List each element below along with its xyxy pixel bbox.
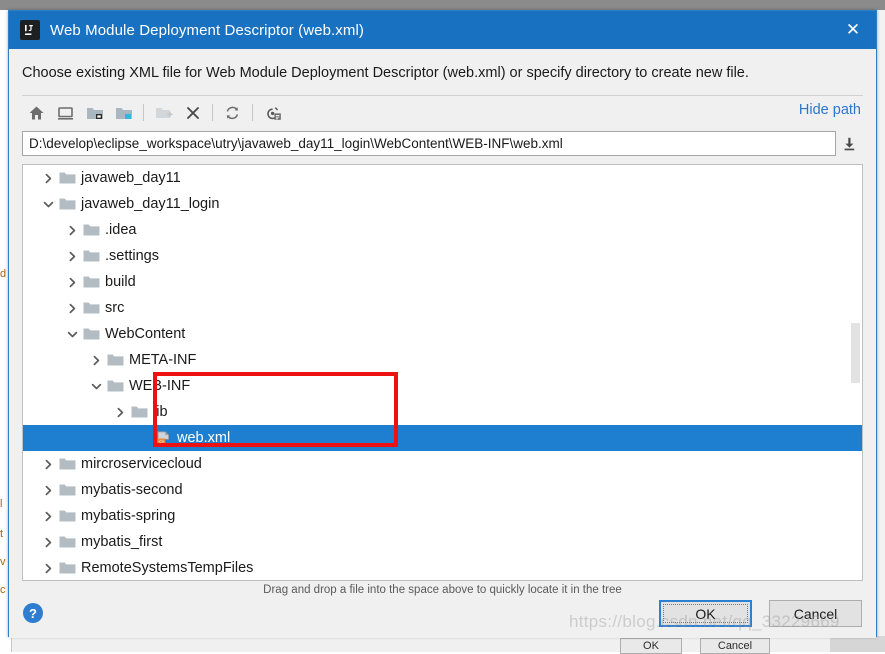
dialog-prompt-text: Choose existing XML file for Web Module … xyxy=(22,65,749,81)
refresh-icon[interactable] xyxy=(218,99,247,126)
close-icon[interactable]: ✕ xyxy=(830,11,876,49)
web-module-deployment-descriptor-dialog: Web Module Deployment Descriptor (web.xm… xyxy=(8,10,877,638)
chevron-right-icon[interactable] xyxy=(41,457,56,472)
toolbar-separator xyxy=(212,104,213,121)
chevron-right-icon[interactable] xyxy=(113,405,128,420)
tree-row[interactable]: .idea xyxy=(23,217,862,243)
tree-row[interactable]: META-INF xyxy=(23,347,862,373)
chevron-right-icon[interactable] xyxy=(65,223,80,238)
chevron-right-icon[interactable] xyxy=(41,535,56,550)
project-folder-icon[interactable] xyxy=(80,99,109,126)
toolbar-separator xyxy=(143,104,144,121)
toolbar-separator xyxy=(252,104,253,121)
tree-scrollbar-thumb[interactable] xyxy=(851,323,860,383)
chevron-down-icon[interactable] xyxy=(41,197,56,212)
chevron-right-icon[interactable] xyxy=(65,249,80,264)
svg-text:<>: <> xyxy=(159,439,165,445)
background-right-block xyxy=(830,636,885,652)
chevron-right-icon[interactable] xyxy=(65,301,80,316)
folder-icon xyxy=(59,535,76,550)
folder-icon xyxy=(83,301,100,316)
hide-path-link[interactable]: Hide path xyxy=(799,102,861,118)
folder-icon xyxy=(83,327,100,342)
home-icon[interactable] xyxy=(22,99,51,126)
tree-row[interactable]: <> web.xml xyxy=(23,425,862,451)
module-folder-icon[interactable] xyxy=(109,99,138,126)
tree-row[interactable]: mircroservicecloud xyxy=(23,451,862,477)
tree-row-label: web.xml xyxy=(177,430,231,446)
tree-row[interactable]: WEB-INF xyxy=(23,373,862,399)
tree-row[interactable]: build xyxy=(23,269,862,295)
folder-icon xyxy=(131,405,148,420)
help-icon[interactable]: ? xyxy=(23,603,43,623)
tree-row[interactable]: mybatis_first xyxy=(23,529,862,555)
folder-icon xyxy=(59,509,76,524)
folder-icon xyxy=(83,223,100,238)
tree-row-label: mybatis-spring xyxy=(81,508,176,524)
path-input[interactable]: D:\develop\eclipse_workspace\utry\javawe… xyxy=(22,131,836,156)
tree-row[interactable]: src xyxy=(23,295,862,321)
new-folder-icon xyxy=(149,99,178,126)
tree-row-label: javaweb_day11_login xyxy=(81,196,220,212)
folder-icon xyxy=(59,561,76,576)
tree-row[interactable]: javaweb_day11_login xyxy=(23,191,862,217)
chevron-right-icon[interactable] xyxy=(41,171,56,186)
delete-icon[interactable] xyxy=(178,99,207,126)
folder-icon xyxy=(107,379,124,394)
tree-row-label: mybatis_first xyxy=(81,534,163,550)
drop-down-history-icon[interactable] xyxy=(836,131,863,156)
chevron-down-icon[interactable] xyxy=(65,327,80,342)
tree-row[interactable]: .settings xyxy=(23,243,862,269)
dialog-title-bar: Web Module Deployment Descriptor (web.xm… xyxy=(9,11,876,49)
show-hidden-files-icon[interactable] xyxy=(258,99,287,126)
tree-row[interactable]: javaweb_day11 xyxy=(23,165,862,191)
tree-row-label: src xyxy=(105,300,125,316)
tree-row-label: META-INF xyxy=(129,352,197,368)
tree-row-label: WebContent xyxy=(105,326,186,342)
tree-row-label: javaweb_day11 xyxy=(81,170,181,186)
tree-row-label: .settings xyxy=(105,248,159,264)
folder-icon xyxy=(59,483,76,498)
chevron-right-icon[interactable] xyxy=(41,509,56,524)
background-top-strip xyxy=(0,0,885,10)
chevron-right-icon[interactable] xyxy=(65,275,80,290)
tree-row-label: mybatis-second xyxy=(81,482,183,498)
xml-file-icon: <> xyxy=(155,430,172,446)
tree-row[interactable]: mybatis-spring xyxy=(23,503,862,529)
tree-row[interactable]: WebContent xyxy=(23,321,862,347)
dialog-title: Web Module Deployment Descriptor (web.xm… xyxy=(50,21,365,39)
tree-row[interactable]: RemoteSystemsTempFiles xyxy=(23,555,862,580)
file-chooser-toolbar: Hide path xyxy=(22,96,863,129)
intellij-idea-logo-icon xyxy=(20,20,40,40)
chevron-right-icon[interactable] xyxy=(41,561,56,576)
folder-icon xyxy=(107,353,124,368)
tree-row[interactable]: mybatis-second xyxy=(23,477,862,503)
folder-icon xyxy=(59,171,76,186)
tree-row-label: RemoteSystemsTempFiles xyxy=(81,560,254,576)
tree-row-label: build xyxy=(105,274,136,290)
desktop-icon[interactable] xyxy=(51,99,80,126)
folder-icon xyxy=(83,275,100,290)
folder-icon xyxy=(59,457,76,472)
tree-row-label: mircroservicecloud xyxy=(81,456,202,472)
chevron-down-icon[interactable] xyxy=(89,379,104,394)
folder-icon xyxy=(83,249,100,264)
chevron-right-icon[interactable] xyxy=(89,353,104,368)
folder-icon xyxy=(59,197,76,212)
dialog-body: Choose existing XML file for Web Module … xyxy=(9,49,876,638)
chevron-right-icon[interactable] xyxy=(41,483,56,498)
path-row: D:\develop\eclipse_workspace\utry\javawe… xyxy=(22,130,863,157)
file-tree[interactable]: javaweb_day11 javaweb_day11_login .idea .se… xyxy=(22,164,863,581)
tree-row[interactable]: lib xyxy=(23,399,862,425)
tree-row-label: .idea xyxy=(105,222,137,238)
tree-row-label: WEB-INF xyxy=(129,378,191,394)
dialog-footer: ? OK Cancel https://blog.csdn.net/qq_332… xyxy=(9,580,876,638)
file-tree-rows: javaweb_day11 javaweb_day11_login .idea .se… xyxy=(23,165,862,580)
tree-row-label: lib xyxy=(153,404,168,420)
watermark: https://blog.csdn.net/qq_33229669 xyxy=(569,612,840,631)
